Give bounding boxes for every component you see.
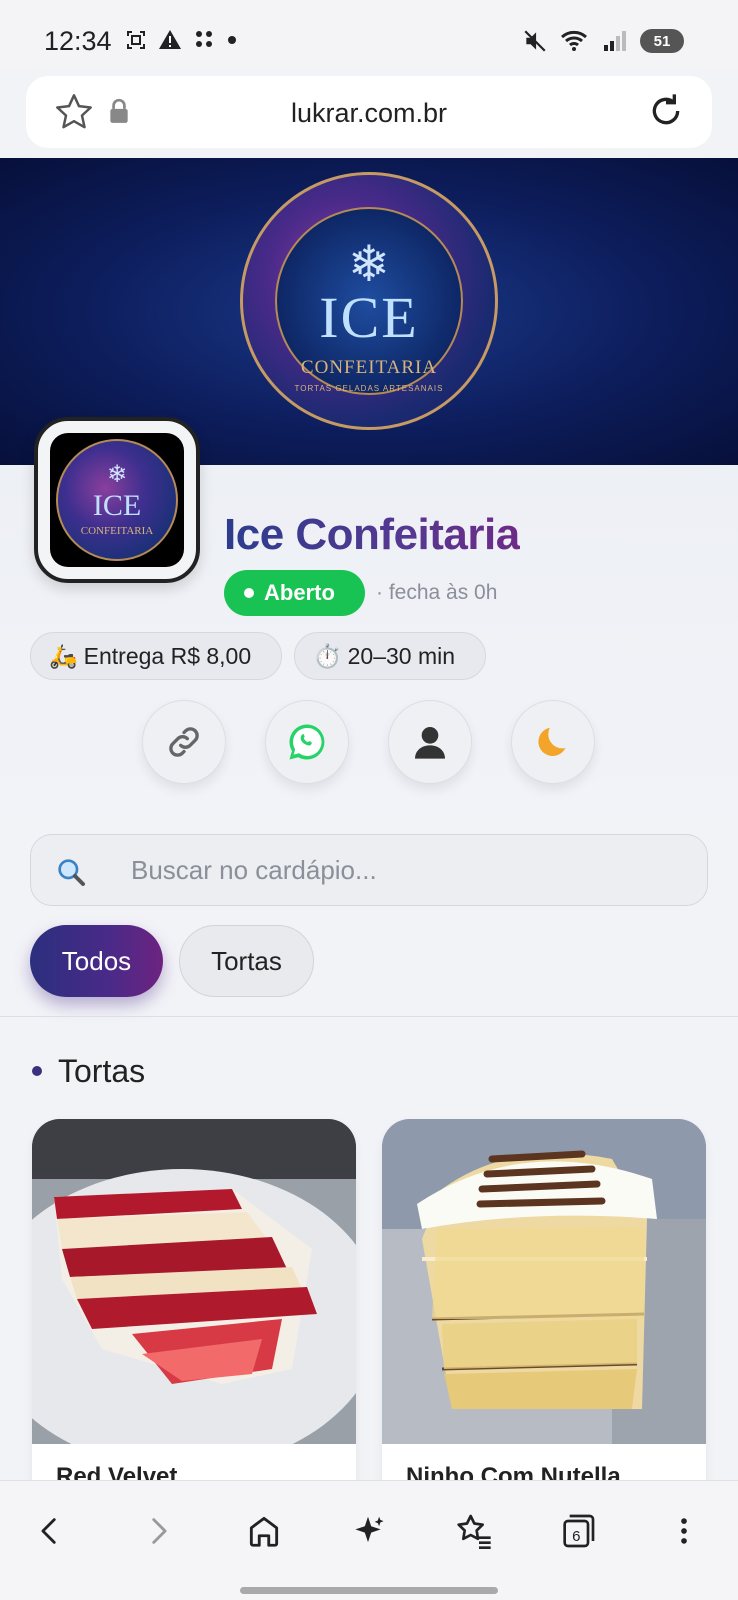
battery-indicator: 51: [640, 29, 684, 53]
star-list-icon: [457, 1514, 491, 1549]
section-bullet: [32, 1066, 42, 1076]
divider: [0, 1016, 738, 1017]
more-menu-button[interactable]: [654, 1501, 714, 1561]
profile-button[interactable]: [388, 700, 472, 784]
url-text[interactable]: lukrar.com.br: [26, 98, 712, 129]
product-image-ninho-nutella: [382, 1119, 706, 1444]
delivery-time-chip: ⏱️ 20–30 min: [294, 632, 486, 680]
ai-assist-button[interactable]: [338, 1501, 398, 1561]
whatsapp-button[interactable]: [265, 700, 349, 784]
delivery-fee-label: Entrega R$ 8,00: [83, 642, 252, 669]
menu-search[interactable]: [30, 834, 708, 906]
back-arrow-icon: [41, 1518, 56, 1544]
home-button[interactable]: [234, 1501, 294, 1561]
delivery-time-label: 20–30 min: [347, 642, 456, 669]
reload-icon[interactable]: [646, 91, 686, 131]
timer-icon: ⏱️: [313, 642, 342, 669]
browser-bottom-nav: 6: [0, 1480, 738, 1600]
snowflake-icon: ❄: [348, 236, 390, 292]
warning-icon: [159, 30, 181, 49]
back-button[interactable]: [20, 1501, 80, 1561]
avatar-secondary-text: CONFEITARIA: [80, 525, 154, 537]
forward-button[interactable]: [128, 1501, 188, 1561]
open-status-badge: Aberto: [224, 570, 365, 616]
status-bar: 12:34 51: [0, 0, 738, 70]
moon-icon: [538, 727, 566, 756]
forward-arrow-icon: [152, 1518, 167, 1544]
home-icon: [249, 1516, 279, 1547]
link-icon: [169, 727, 199, 757]
product-card-ninho-nutella[interactable]: Ninho Com Nutella: [382, 1119, 706, 1519]
wifi-icon: [561, 30, 587, 51]
scooter-icon: 🛵: [49, 642, 78, 669]
bookmarks-button[interactable]: [444, 1501, 504, 1561]
logo-tagline: TORTAS GELADAS ARTESANAIS: [294, 384, 444, 393]
banner-logo: ❄ ICE CONFEITARIA TORTAS GELADAS ARTESAN…: [240, 172, 498, 430]
logo-main-text: ICE: [319, 285, 419, 350]
tabs-button[interactable]: 6: [548, 1501, 608, 1561]
tab-tortas[interactable]: Tortas: [179, 925, 314, 997]
screenshot-icon: [127, 31, 145, 49]
dots-icon: [196, 31, 212, 47]
user-icon: [415, 727, 445, 759]
search-icon: [58, 859, 85, 886]
snowflake-icon: ❄: [106, 461, 128, 488]
section-title: Tortas: [58, 1053, 146, 1089]
avatar-main-text: ICE: [92, 489, 142, 522]
share-link-button[interactable]: [142, 700, 226, 784]
tab-count: 6: [572, 1528, 580, 1545]
status-label: Aberto: [264, 580, 335, 605]
delivery-fee-chip: 🛵 Entrega R$ 8,00: [30, 632, 282, 680]
dot-icon: [228, 36, 236, 44]
whatsapp-icon: [289, 724, 325, 760]
signal-icon: [604, 31, 626, 51]
gesture-home-indicator[interactable]: [240, 1587, 498, 1594]
status-time: 12:34: [44, 26, 112, 56]
more-vertical-icon: [681, 1518, 687, 1544]
tab-todos[interactable]: Todos: [30, 925, 163, 997]
store-name: Ice Confeitaria: [224, 510, 520, 559]
store-avatar: ❄ ICE CONFEITARIA: [34, 417, 200, 583]
status-dot-icon: [244, 588, 254, 598]
logo-secondary-text: CONFEITARIA: [300, 357, 438, 378]
product-image-red-velvet: [32, 1119, 356, 1444]
sparkles-icon: [355, 1516, 384, 1543]
mute-icon: [524, 30, 546, 52]
product-card-red-velvet[interactable]: Red Velvet: [32, 1119, 356, 1519]
search-input[interactable]: [101, 835, 691, 905]
closing-time: · fecha às 0h: [376, 581, 498, 604]
address-bar[interactable]: lukrar.com.br: [26, 76, 712, 148]
tabs-icon: 6: [563, 1514, 595, 1548]
dark-mode-button[interactable]: [511, 700, 595, 784]
